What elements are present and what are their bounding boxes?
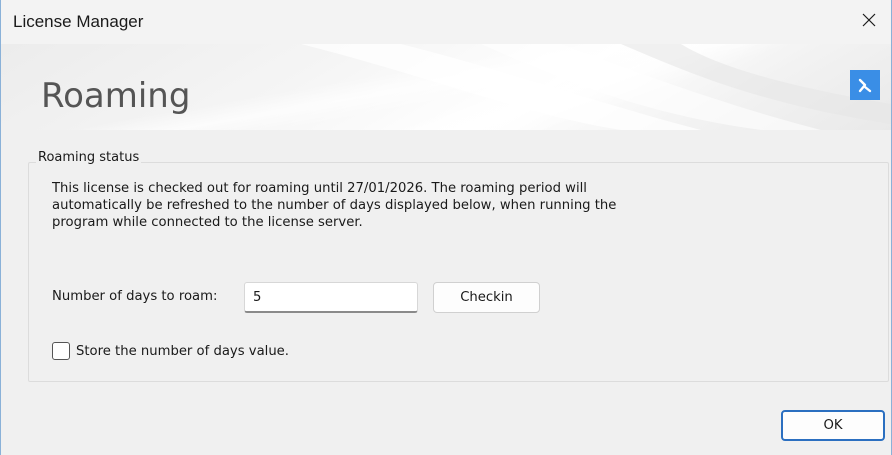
close-button[interactable]	[847, 0, 891, 44]
license-manager-window: License Manager Roaming Roaming status T…	[0, 0, 892, 455]
description-line: program while connected to the license s…	[52, 215, 363, 230]
roaming-description: This license is checked out for roaming …	[52, 180, 692, 231]
title-bar[interactable]: License Manager	[1, 0, 891, 44]
checkin-button[interactable]: Checkin	[433, 282, 540, 313]
store-days-row[interactable]: Store the number of days value.	[52, 342, 289, 360]
header-banner: Roaming	[1, 44, 891, 130]
store-days-label[interactable]: Store the number of days value.	[76, 344, 289, 359]
close-icon	[861, 12, 877, 33]
group-label: Roaming status	[36, 150, 142, 165]
ok-button[interactable]: OK	[781, 410, 885, 441]
store-days-checkbox[interactable]	[52, 342, 70, 360]
window-title: License Manager	[13, 12, 144, 31]
days-to-roam-input[interactable]	[244, 282, 418, 313]
days-to-roam-label: Number of days to roam:	[52, 289, 218, 304]
description-line: automatically be refreshed to the number…	[52, 198, 617, 213]
page-title: Roaming	[41, 76, 191, 116]
description-line: This license is checked out for roaming …	[52, 181, 587, 196]
bricscad-logo-icon	[850, 70, 880, 100]
